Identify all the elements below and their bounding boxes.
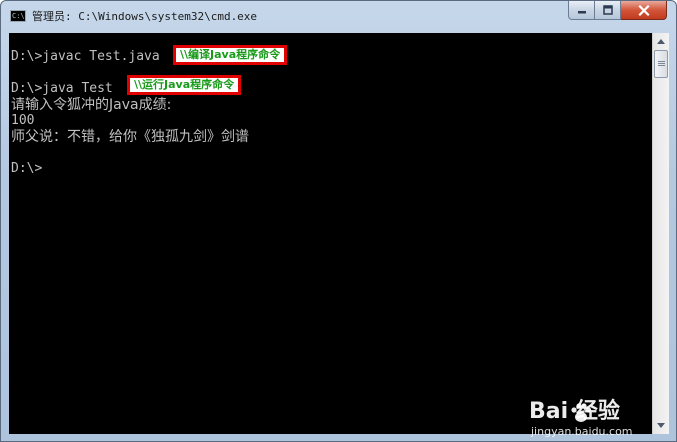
scroll-up-button[interactable]	[653, 33, 669, 50]
thumb-grip	[658, 61, 665, 62]
close-button[interactable]	[621, 1, 667, 20]
annotation-run: \\运行Java程序命令	[127, 75, 242, 95]
console-line-cursor-prompt: D:\>	[11, 161, 43, 176]
maximize-button[interactable]	[595, 1, 621, 20]
console-line-prompt: 请输入令狐冲的Java成绩:	[11, 97, 172, 113]
thumb-grip	[658, 65, 665, 66]
scroll-down-button[interactable]	[653, 417, 669, 434]
console-line-run: D:\>java Test	[11, 81, 113, 96]
title-bar[interactable]: C:\ 管理员: C:\Windows\system32\cmd.exe	[1, 1, 676, 33]
watermark-url: jingyan.baidu.com	[531, 425, 633, 438]
scroll-thumb[interactable]	[654, 50, 668, 78]
scroll-down-icon	[657, 423, 665, 428]
vertical-scrollbar[interactable]	[652, 33, 669, 434]
paw-icon	[571, 403, 592, 422]
close-icon	[637, 4, 650, 16]
console-line-output: 师父说：不错，给你《独孤九剑》剑谱	[11, 129, 249, 145]
minimize-icon	[577, 11, 586, 14]
console-line-compile: D:\>javac Test.java	[11, 49, 160, 64]
baidu-jingyan-watermark: Bai 经验 jingyan.baidu.com	[529, 399, 649, 439]
window-title: 管理员: C:\Windows\system32\cmd.exe	[32, 10, 258, 23]
caption-buttons	[568, 1, 667, 21]
thumb-grip	[658, 63, 665, 64]
console-output[interactable]: D:\>javac Test.java D:\>java Test 请输入令狐冲…	[9, 33, 652, 438]
annotation-compile: \\编译Java程序命令	[173, 45, 288, 65]
console-line-input: 100	[11, 113, 35, 128]
cmd-icon[interactable]: C:\	[10, 10, 26, 22]
scroll-up-icon	[657, 39, 665, 44]
minimize-button[interactable]	[568, 1, 595, 20]
maximize-icon	[602, 5, 613, 15]
console-window: C:\ 管理员: C:\Windows\system32\cmd.exe D:\…	[0, 0, 677, 442]
